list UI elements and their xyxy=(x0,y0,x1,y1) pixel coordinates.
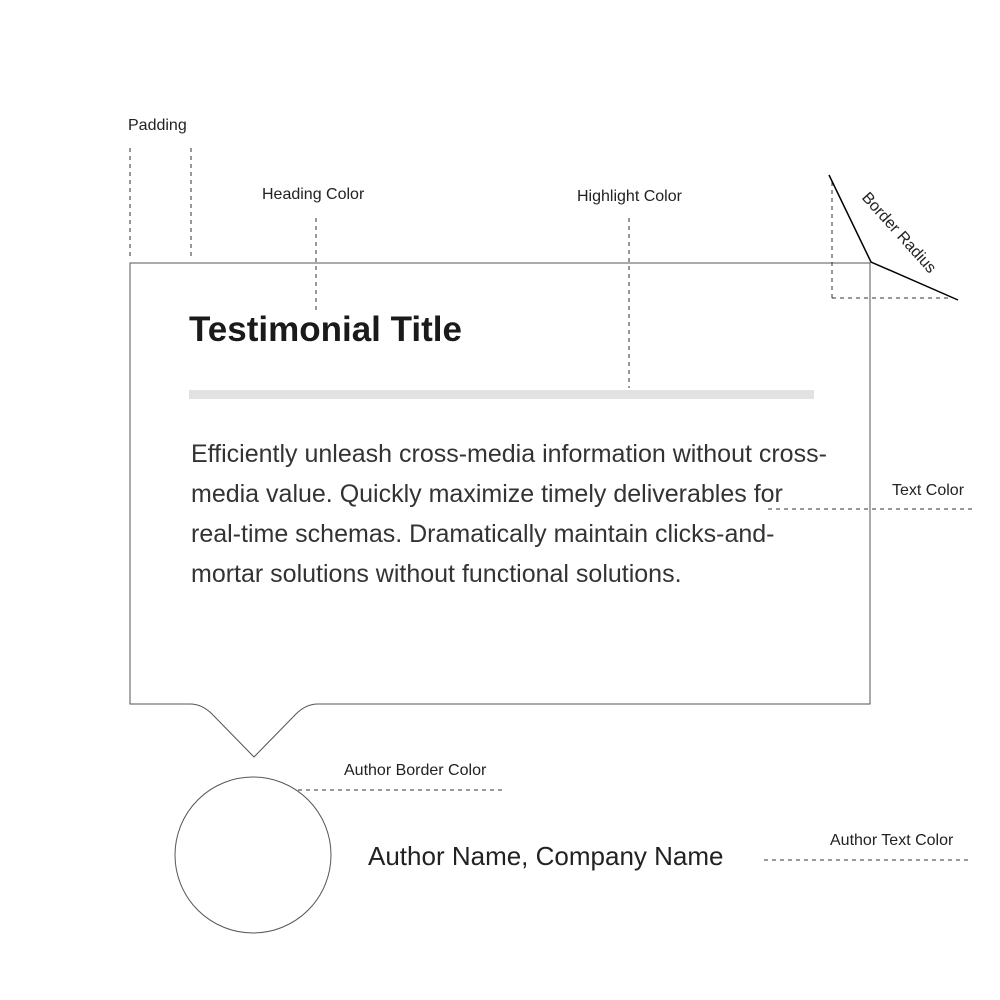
highlight-color-label: Highlight Color xyxy=(577,188,682,205)
testimonial-text: Efficiently unleash cross-media informat… xyxy=(191,440,827,588)
author-name: Author Name, Company Name xyxy=(368,841,724,871)
author-border-color-label: Author Border Color xyxy=(344,762,487,779)
text-color-label: Text Color xyxy=(892,482,965,499)
heading-color-label: Heading Color xyxy=(262,186,365,203)
testimonial-title: Testimonial Title xyxy=(189,310,462,349)
author-text-color-label: Author Text Color xyxy=(830,832,954,849)
padding-label: Padding xyxy=(128,117,187,134)
author-avatar xyxy=(174,776,332,934)
highlight-bar xyxy=(189,390,814,399)
